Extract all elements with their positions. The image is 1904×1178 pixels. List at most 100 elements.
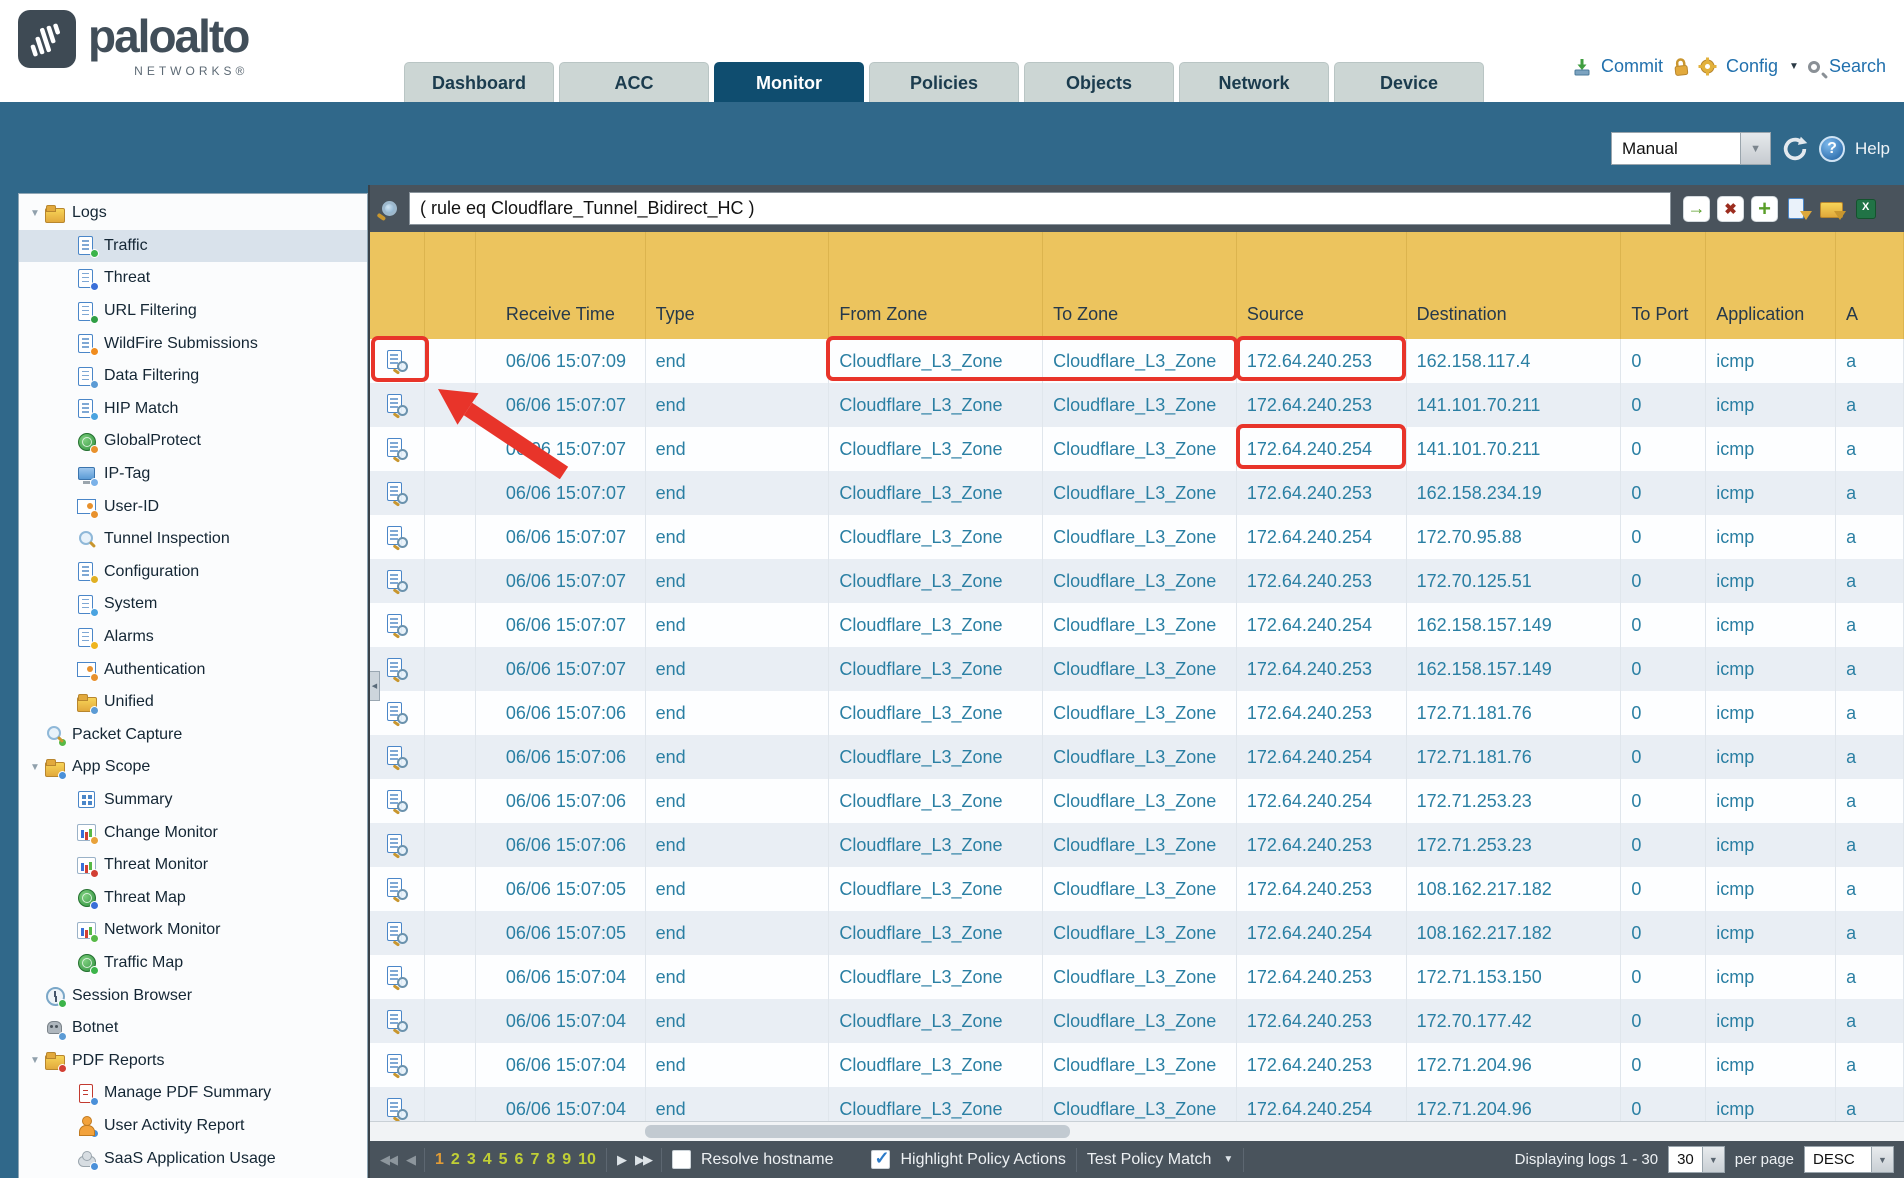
cell-7[interactable]: 172.70.95.88 bbox=[1407, 515, 1622, 559]
row-detail-cell[interactable] bbox=[370, 559, 425, 603]
table-row[interactable]: 06/06 15:07:07endCloudflare_L3_ZoneCloud… bbox=[370, 559, 1904, 603]
page-number-2[interactable]: 2 bbox=[451, 1151, 460, 1169]
cell-8[interactable]: 0 bbox=[1621, 603, 1706, 647]
cell-6[interactable]: 172.64.240.254 bbox=[1237, 515, 1407, 559]
cell-8[interactable]: 0 bbox=[1621, 691, 1706, 735]
cell-7[interactable]: 141.101.70.211 bbox=[1407, 427, 1622, 471]
first-page-icon[interactable]: ◀◀ bbox=[380, 1152, 396, 1168]
table-row[interactable]: 06/06 15:07:04endCloudflare_L3_ZoneCloud… bbox=[370, 999, 1904, 1043]
cell-5[interactable]: Cloudflare_L3_Zone bbox=[1043, 515, 1237, 559]
cell-4[interactable]: Cloudflare_L3_Zone bbox=[829, 999, 1043, 1043]
cell-2[interactable]: 06/06 15:07:05 bbox=[476, 867, 646, 911]
cell-10[interactable]: a bbox=[1836, 603, 1904, 647]
cell-8[interactable]: 0 bbox=[1621, 955, 1706, 999]
cell-6[interactable]: 172.64.240.254 bbox=[1237, 427, 1407, 471]
column-header-application[interactable]: Application bbox=[1706, 232, 1836, 339]
cell-2[interactable]: 06/06 15:07:04 bbox=[476, 1043, 646, 1087]
cell-3[interactable]: end bbox=[646, 867, 830, 911]
row-detail-cell[interactable] bbox=[370, 735, 425, 779]
log-detail-icon[interactable] bbox=[385, 437, 409, 461]
log-detail-icon[interactable] bbox=[385, 349, 409, 373]
cell-3[interactable]: end bbox=[646, 515, 830, 559]
table-row[interactable]: 06/06 15:07:05endCloudflare_L3_ZoneCloud… bbox=[370, 911, 1904, 955]
tab-network[interactable]: Network bbox=[1179, 62, 1329, 102]
column-header-col0[interactable] bbox=[370, 232, 425, 339]
cell-9[interactable]: icmp bbox=[1706, 1087, 1836, 1121]
cell-6[interactable]: 172.64.240.253 bbox=[1237, 647, 1407, 691]
help-icon[interactable]: ? bbox=[1819, 136, 1845, 162]
cell-4[interactable]: Cloudflare_L3_Zone bbox=[829, 1043, 1043, 1087]
cell-2[interactable]: 06/06 15:07:05 bbox=[476, 911, 646, 955]
cell-7[interactable]: 162.158.157.149 bbox=[1407, 647, 1622, 691]
cell-5[interactable]: Cloudflare_L3_Zone bbox=[1043, 691, 1237, 735]
horizontal-scrollbar[interactable] bbox=[370, 1121, 1904, 1141]
refresh-icon[interactable] bbox=[1781, 135, 1809, 163]
table-row[interactable]: 06/06 15:07:05endCloudflare_L3_ZoneCloud… bbox=[370, 867, 1904, 911]
row-detail-cell[interactable] bbox=[370, 955, 425, 999]
cell-10[interactable]: a bbox=[1836, 955, 1904, 999]
cell-6[interactable]: 172.64.240.253 bbox=[1237, 955, 1407, 999]
next-page-icon[interactable]: ▶ bbox=[617, 1152, 625, 1168]
tab-dashboard[interactable]: Dashboard bbox=[404, 62, 554, 102]
row-detail-cell[interactable] bbox=[370, 911, 425, 955]
cell-6[interactable]: 172.64.240.253 bbox=[1237, 1043, 1407, 1087]
column-header-to-zone[interactable]: To Zone bbox=[1043, 232, 1237, 339]
cell-8[interactable]: 0 bbox=[1621, 515, 1706, 559]
cell-5[interactable]: Cloudflare_L3_Zone bbox=[1043, 911, 1237, 955]
cell-5[interactable]: Cloudflare_L3_Zone bbox=[1043, 1087, 1237, 1121]
cell-3[interactable]: end bbox=[646, 647, 830, 691]
apply-filter-button[interactable]: → bbox=[1683, 196, 1710, 222]
prev-page-icon[interactable]: ◀ bbox=[406, 1152, 414, 1168]
per-page-select[interactable]: 30 ▼ bbox=[1668, 1146, 1725, 1173]
export-logs-button[interactable] bbox=[1853, 196, 1880, 222]
table-row[interactable]: 06/06 15:07:04endCloudflare_L3_ZoneCloud… bbox=[370, 1043, 1904, 1087]
cell-8[interactable]: 0 bbox=[1621, 911, 1706, 955]
column-header-to-port[interactable]: To Port bbox=[1621, 232, 1706, 339]
cell-10[interactable]: a bbox=[1836, 691, 1904, 735]
column-header-col1[interactable] bbox=[425, 232, 476, 339]
tab-objects[interactable]: Objects bbox=[1024, 62, 1174, 102]
cell-2[interactable]: 06/06 15:07:04 bbox=[476, 999, 646, 1043]
cell-2[interactable]: 06/06 15:07:07 bbox=[476, 471, 646, 515]
sidebar-item-globalprotect[interactable]: GlobalProtect bbox=[19, 425, 367, 458]
cell-5[interactable]: Cloudflare_L3_Zone bbox=[1043, 1043, 1237, 1087]
cell-3[interactable]: end bbox=[646, 427, 830, 471]
cell-3[interactable]: end bbox=[646, 999, 830, 1043]
log-detail-icon[interactable] bbox=[385, 789, 409, 813]
cell-9[interactable]: icmp bbox=[1706, 955, 1836, 999]
cell-5[interactable]: Cloudflare_L3_Zone bbox=[1043, 427, 1237, 471]
horizontal-scrollbar-thumb[interactable] bbox=[645, 1125, 1070, 1138]
sidebar-item-network-monitor[interactable]: Network Monitor bbox=[19, 914, 367, 947]
cell-9[interactable]: icmp bbox=[1706, 999, 1836, 1043]
cell-9[interactable]: icmp bbox=[1706, 427, 1836, 471]
cell-9[interactable]: icmp bbox=[1706, 867, 1836, 911]
cell-8[interactable]: 0 bbox=[1621, 823, 1706, 867]
log-detail-icon[interactable] bbox=[385, 393, 409, 417]
cell-10[interactable]: a bbox=[1836, 647, 1904, 691]
cell-7[interactable]: 108.162.217.182 bbox=[1407, 911, 1622, 955]
cell-6[interactable]: 172.64.240.253 bbox=[1237, 867, 1407, 911]
cell-3[interactable]: end bbox=[646, 823, 830, 867]
cell-7[interactable]: 172.70.177.42 bbox=[1407, 999, 1622, 1043]
cell-3[interactable]: end bbox=[646, 779, 830, 823]
expander-icon[interactable]: ▼ bbox=[25, 762, 45, 773]
sort-order-value[interactable]: DESC bbox=[1804, 1146, 1872, 1173]
cell-9[interactable]: icmp bbox=[1706, 559, 1836, 603]
tab-policies[interactable]: Policies bbox=[869, 62, 1019, 102]
log-detail-icon[interactable] bbox=[385, 525, 409, 549]
log-detail-icon[interactable] bbox=[385, 1053, 409, 1077]
cell-9[interactable]: icmp bbox=[1706, 1043, 1836, 1087]
help-label[interactable]: Help bbox=[1855, 139, 1890, 159]
page-number-8[interactable]: 8 bbox=[546, 1151, 555, 1169]
cell-5[interactable]: Cloudflare_L3_Zone bbox=[1043, 471, 1237, 515]
row-detail-cell[interactable] bbox=[370, 603, 425, 647]
row-detail-cell[interactable] bbox=[370, 471, 425, 515]
cell-8[interactable]: 0 bbox=[1621, 999, 1706, 1043]
page-number-7[interactable]: 7 bbox=[530, 1151, 539, 1169]
cell-4[interactable]: Cloudflare_L3_Zone bbox=[829, 515, 1043, 559]
cell-9[interactable]: icmp bbox=[1706, 603, 1836, 647]
cell-7[interactable]: 141.101.70.211 bbox=[1407, 383, 1622, 427]
log-detail-icon[interactable] bbox=[385, 701, 409, 725]
sidebar-item-summary[interactable]: Summary bbox=[19, 784, 367, 817]
cell-2[interactable]: 06/06 15:07:04 bbox=[476, 1087, 646, 1121]
